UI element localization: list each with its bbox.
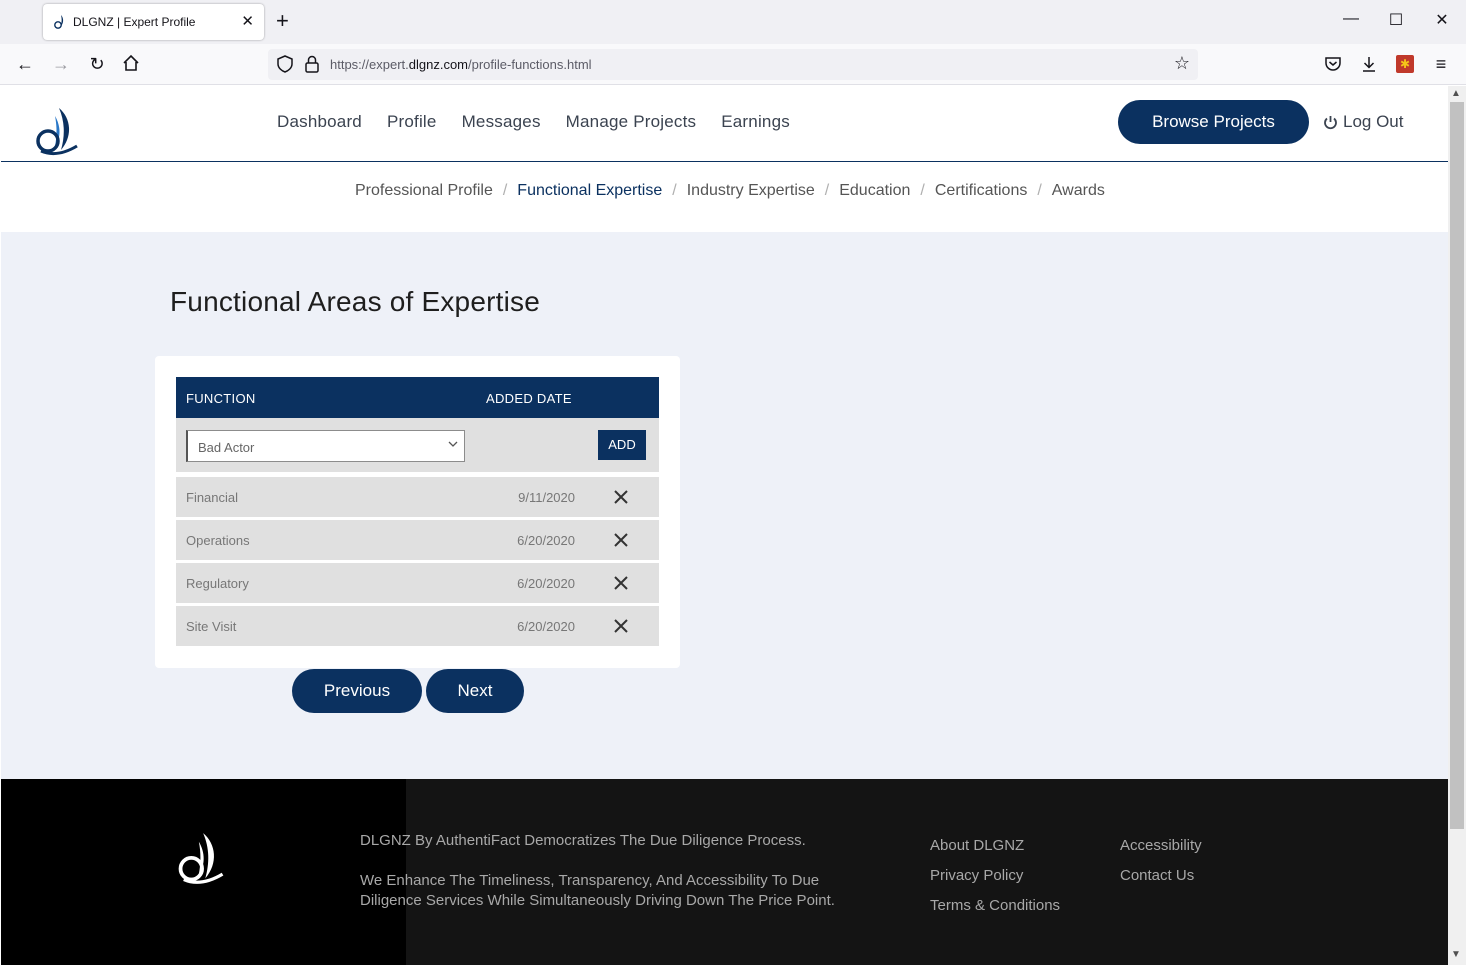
minimize-icon[interactable]: — [1341, 10, 1361, 28]
expertise-card: FUNCTION ADDED DATE Bad Actor ADD Financ… [155, 356, 680, 668]
pocket-icon[interactable] [1324, 55, 1342, 73]
browse-projects-button[interactable]: Browse Projects [1118, 100, 1309, 144]
browser-tab-bar: DLGNZ | Expert Profile ✕ + — ☐ ✕ [0, 0, 1466, 44]
footer-links-col2: Accessibility Contact Us [1120, 837, 1202, 897]
menu-icon[interactable]: ≡ [1430, 53, 1452, 75]
table-row: Financial 9/11/2020 [176, 477, 659, 517]
subnav-separator: / [502, 182, 508, 199]
home-icon[interactable] [122, 54, 140, 72]
subnav-separator: / [672, 182, 677, 199]
dlgnz-logo[interactable] [31, 106, 83, 158]
nav-profile[interactable]: Profile [387, 112, 437, 132]
scroll-down-icon[interactable]: ▼ [1451, 949, 1461, 960]
table-row: Regulatory 6/20/2020 [176, 563, 659, 603]
remove-icon[interactable] [613, 489, 629, 505]
row-date: 6/20/2020 [517, 576, 575, 591]
footer-links-col1: About DLGNZ Privacy Policy Terms & Condi… [930, 837, 1060, 927]
extension-icon[interactable]: ✱ [1396, 55, 1414, 73]
web-page: Dashboard Profile Messages Manage Projec… [1, 86, 1448, 965]
function-select-value: Bad Actor [198, 440, 255, 455]
nav-messages[interactable]: Messages [462, 112, 541, 132]
browser-nav-bar: ← → ↻ https://expert.dlgnz.com/profile-f… [0, 44, 1466, 85]
column-header-function: FUNCTION [186, 391, 256, 406]
row-function: Financial [186, 490, 239, 505]
footer-description: We Enhance The Timeliness, Transparency,… [360, 872, 835, 909]
footer-link-privacy[interactable]: Privacy Policy [930, 867, 1060, 887]
subnav-education[interactable]: Education [839, 182, 910, 200]
footer-link-contact[interactable]: Contact Us [1120, 867, 1202, 887]
footer-link-accessibility[interactable]: Accessibility [1120, 837, 1202, 857]
table-row: Operations 6/20/2020 [176, 520, 659, 560]
scroll-thumb[interactable] [1450, 102, 1464, 829]
main-nav: Dashboard Profile Messages Manage Projec… [277, 112, 815, 132]
site-footer: DLGNZ By AuthentiFact Democratizes The D… [1, 779, 1448, 965]
site-header: Dashboard Profile Messages Manage Projec… [1, 86, 1448, 162]
function-select[interactable]: Bad Actor [186, 430, 465, 462]
logout-link[interactable]: Log Out [1323, 112, 1404, 132]
footer-logo[interactable] [173, 831, 229, 887]
row-function: Operations [186, 533, 250, 548]
row-date: 9/11/2020 [518, 490, 575, 505]
subnav-separator: / [920, 182, 925, 199]
column-header-added-date: ADDED DATE [486, 391, 572, 406]
subnav-separator: / [1037, 182, 1042, 199]
subnav-functional-expertise[interactable]: Functional Expertise [517, 182, 662, 200]
maximize-icon[interactable]: ☐ [1386, 10, 1406, 30]
scroll-up-icon[interactable]: ▲ [1451, 88, 1461, 99]
nav-dashboard[interactable]: Dashboard [277, 112, 362, 132]
footer-link-about[interactable]: About DLGNZ [930, 837, 1060, 857]
new-tab-icon[interactable]: + [276, 9, 289, 33]
back-icon[interactable]: ← [14, 53, 36, 75]
forward-icon[interactable]: → [50, 53, 72, 75]
next-button[interactable]: Next [426, 669, 524, 713]
reload-icon[interactable]: ↻ [86, 53, 108, 75]
row-date: 6/20/2020 [517, 533, 575, 548]
subnav-industry-expertise[interactable]: Industry Expertise [687, 182, 815, 200]
row-function: Site Visit [186, 619, 237, 634]
footer-tagline: DLGNZ By AuthentiFact Democratizes The D… [360, 832, 806, 849]
power-icon [1324, 115, 1337, 129]
subnav-separator: / [824, 182, 830, 199]
site-favicon-icon [54, 15, 64, 29]
row-function: Regulatory [186, 576, 249, 591]
remove-icon[interactable] [613, 532, 629, 548]
subnav-awards[interactable]: Awards [1052, 182, 1105, 200]
remove-icon[interactable] [613, 575, 629, 591]
row-date: 6/20/2020 [517, 619, 575, 634]
table-row: Site Visit 6/20/2020 [176, 606, 659, 646]
subnav-certifications[interactable]: Certifications [935, 182, 1027, 200]
page-title: Functional Areas of Expertise [170, 286, 540, 317]
footer-link-terms[interactable]: Terms & Conditions [930, 897, 1060, 917]
url-text[interactable]: https://expert.dlgnz.com/profile-functio… [330, 57, 592, 72]
nav-earnings[interactable]: Earnings [721, 112, 790, 132]
bookmark-star-icon[interactable]: ☆ [1174, 53, 1190, 74]
footer-about-text: DLGNZ By AuthentiFact Democratizes The D… [360, 831, 880, 931]
tab-close-icon[interactable]: ✕ [241, 12, 254, 30]
shield-icon[interactable] [276, 55, 294, 73]
logout-label: Log Out [1343, 112, 1404, 131]
add-button[interactable]: ADD [598, 430, 646, 460]
download-icon[interactable] [1360, 55, 1378, 73]
tab-title: DLGNZ | Expert Profile [73, 15, 196, 29]
remove-icon[interactable] [613, 618, 629, 634]
window-close-icon[interactable]: ✕ [1432, 10, 1452, 30]
lock-icon[interactable] [304, 55, 320, 73]
add-function-row: Bad Actor ADD [176, 418, 659, 472]
nav-manage-projects[interactable]: Manage Projects [566, 112, 697, 132]
page-scrollbar[interactable]: ▲ ▼ [1448, 86, 1466, 965]
breadcrumb-subnav: Professional Profile / Functional Expert… [355, 182, 1105, 200]
browser-tab[interactable]: DLGNZ | Expert Profile ✕ [43, 4, 264, 40]
table-header: FUNCTION ADDED DATE [176, 377, 659, 418]
previous-button[interactable]: Previous [292, 669, 422, 713]
url-bar[interactable]: https://expert.dlgnz.com/profile-functio… [268, 49, 1198, 80]
chevron-down-icon [448, 441, 458, 447]
subnav-professional-profile[interactable]: Professional Profile [355, 182, 493, 200]
